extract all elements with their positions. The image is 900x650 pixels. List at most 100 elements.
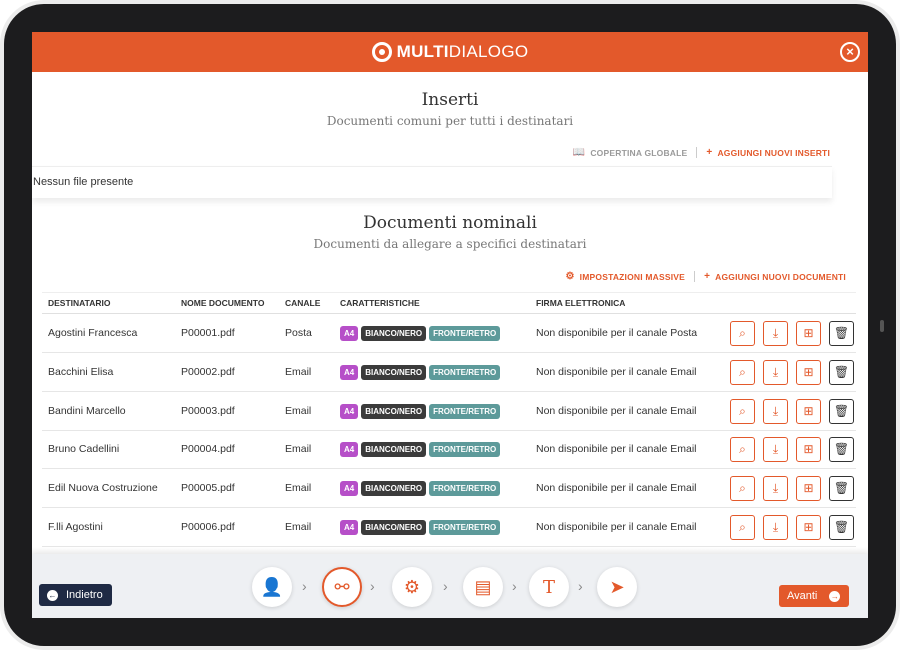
add-document-icon[interactable]: ⊞ [796,476,821,501]
add-document-icon[interactable]: ⊞ [796,437,821,462]
step-settings[interactable]: ⚙ [392,567,432,607]
badge-format: A4 [340,364,359,380]
next-button[interactable]: Avanti → [779,585,849,607]
download-icon[interactable]: ⤓ [763,515,788,540]
add-document-icon[interactable]: ⊞ [796,515,821,540]
add-document-icon[interactable]: ⊞ [796,360,821,385]
cell-document-name: P00005.pdf [181,482,235,494]
cell-channel: Email [285,521,312,533]
cell-characteristics: A4 BIANCO/NERO FRONTE/RETRO [340,508,503,546]
row-actions: ⌕ ⤓ ⊞ 🗑 [730,321,854,346]
download-icon[interactable]: ⤓ [763,476,788,501]
preview-document-icon[interactable]: ⌕ [730,437,755,462]
trash-icon[interactable]: 🗑 [829,437,854,462]
close-icon[interactable]: × [840,42,860,62]
chevron-right-icon: › [370,578,375,594]
step-text[interactable]: T [529,567,569,607]
cell-channel: Email [285,366,312,378]
header-recipient: DESTINATARIO [48,298,111,308]
app-screen: MULTI DIALOGO × Inserti Documenti comuni … [32,32,868,618]
step-channels[interactable]: ⚯ [322,567,362,607]
logo-text-bold: MULTI [396,42,449,61]
badge-format: A4 [340,325,359,341]
preview-document-icon[interactable]: ⌕ [730,515,755,540]
global-cover-button[interactable]: 📖 COPERTINA GLOBALE [573,147,688,158]
badge-sides: FRONTE/RETRO [429,403,501,419]
add-document-icon[interactable]: ⊞ [796,321,821,346]
add-documents-button[interactable]: + AGGIUNGI NUOVI DOCUMENTI [704,271,846,282]
cell-recipient: Agostini Francesca [48,327,138,339]
back-button[interactable]: ← Indietro [39,584,112,606]
channels-network-icon: ⚯ [334,577,350,597]
logo-text-light: DIALOGO [448,42,529,61]
preview-document-icon[interactable]: ⌕ [730,321,755,346]
tablet-side-button [880,320,884,332]
trash-icon[interactable]: 🗑 [829,321,854,346]
badge-color-mode: BIANCO/NERO [361,519,427,535]
chevron-right-icon: › [302,578,307,594]
nominali-actions: ⚙ IMPOSTAZIONI MASSIVE + AGGIUNGI NUOVI … [566,271,847,282]
back-label: Indietro [66,589,103,601]
chevron-right-icon: › [443,578,448,594]
cell-recipient: F.lli Agostini [48,521,103,533]
cell-characteristics: A4 BIANCO/NERO FRONTE/RETRO [340,353,503,391]
chevron-right-icon: › [512,578,517,594]
logo-mark-icon [371,42,392,62]
bulk-settings-button[interactable]: ⚙ IMPOSTAZIONI MASSIVE [566,271,686,282]
global-cover-label: COPERTINA GLOBALE [590,147,688,158]
badge-color-mode: BIANCO/NERO [361,441,427,457]
inserti-subtitle: Documenti comuni per tutti i destinatari [326,114,574,128]
badge-format: A4 [340,519,359,535]
badge-color-mode: BIANCO/NERO [361,325,427,341]
header-bar: MULTI DIALOGO × [32,32,868,72]
badge-color-mode: BIANCO/NERO [361,364,427,380]
document-icon: ▤ [474,577,492,597]
nominali-subtitle: Documenti da allegare a specifici destin… [313,237,587,251]
send-paper-plane-icon: ➤ [609,577,625,597]
settings-gear-icon: ⚙ [403,577,421,597]
add-inserts-button[interactable]: + AGGIUNGI NUOVI INSERTI [706,147,830,158]
download-icon[interactable]: ⤓ [763,399,788,424]
arrow-left-icon: ← [47,589,58,601]
step-send[interactable]: ➤ [597,567,637,607]
row-actions: ⌕ ⤓ ⊞ 🗑 [730,399,854,424]
wizard-footer: ← Indietro 👤 › ⚯ › ⚙ › ▤ › T › ➤ Avanti … [32,554,868,618]
arrow-right-icon: → [829,590,841,602]
trash-icon[interactable]: 🗑 [829,360,854,385]
preview-document-icon[interactable]: ⌕ [730,476,755,501]
cell-document-name: P00003.pdf [181,405,235,417]
badge-format: A4 [340,480,359,496]
step-recipients[interactable]: 👤 [252,567,292,607]
trash-icon[interactable]: 🗑 [829,476,854,501]
cell-channel: Email [285,443,312,455]
badge-color-mode: BIANCO/NERO [361,403,427,419]
tablet-device: MULTI DIALOGO × Inserti Documenti comuni … [0,0,900,650]
badge-sides: FRONTE/RETRO [429,364,501,380]
header-signature: FIRMA ELETTRONICA [536,298,626,308]
badge-sides: FRONTE/RETRO [429,480,501,496]
download-icon[interactable]: ⤓ [763,321,788,346]
step-documents[interactable]: ▤ [463,567,503,607]
download-icon[interactable]: ⤓ [763,437,788,462]
download-icon[interactable]: ⤓ [763,360,788,385]
cell-recipient: Bacchini Elisa [48,366,114,378]
badge-sides: FRONTE/RETRO [429,519,501,535]
add-document-icon[interactable]: ⊞ [796,399,821,424]
brand-logo: MULTI DIALOGO [371,42,529,62]
trash-icon[interactable]: 🗑 [829,515,854,540]
badge-format: A4 [340,441,359,457]
plus-icon: + [704,271,711,282]
trash-icon[interactable]: 🗑 [829,399,854,424]
row-actions: ⌕ ⤓ ⊞ 🗑 [730,515,854,540]
text-icon: T [542,577,555,598]
cell-characteristics: A4 BIANCO/NERO FRONTE/RETRO [340,314,503,352]
nominali-title: Documenti nominali [363,213,537,233]
preview-document-icon[interactable]: ⌕ [730,360,755,385]
preview-document-icon[interactable]: ⌕ [730,399,755,424]
cell-signature: Non disponibile per il canale Email [536,366,697,378]
table-row: Agostini Francesca P00001.pdf Posta A4 BIANC… [42,314,856,353]
next-label: Avanti [787,590,818,602]
cell-document-name: P00002.pdf [181,366,235,378]
row-actions: ⌕ ⤓ ⊞ 🗑 [730,360,854,385]
cell-characteristics: A4 BIANCO/NERO FRONTE/RETRO [340,469,503,507]
